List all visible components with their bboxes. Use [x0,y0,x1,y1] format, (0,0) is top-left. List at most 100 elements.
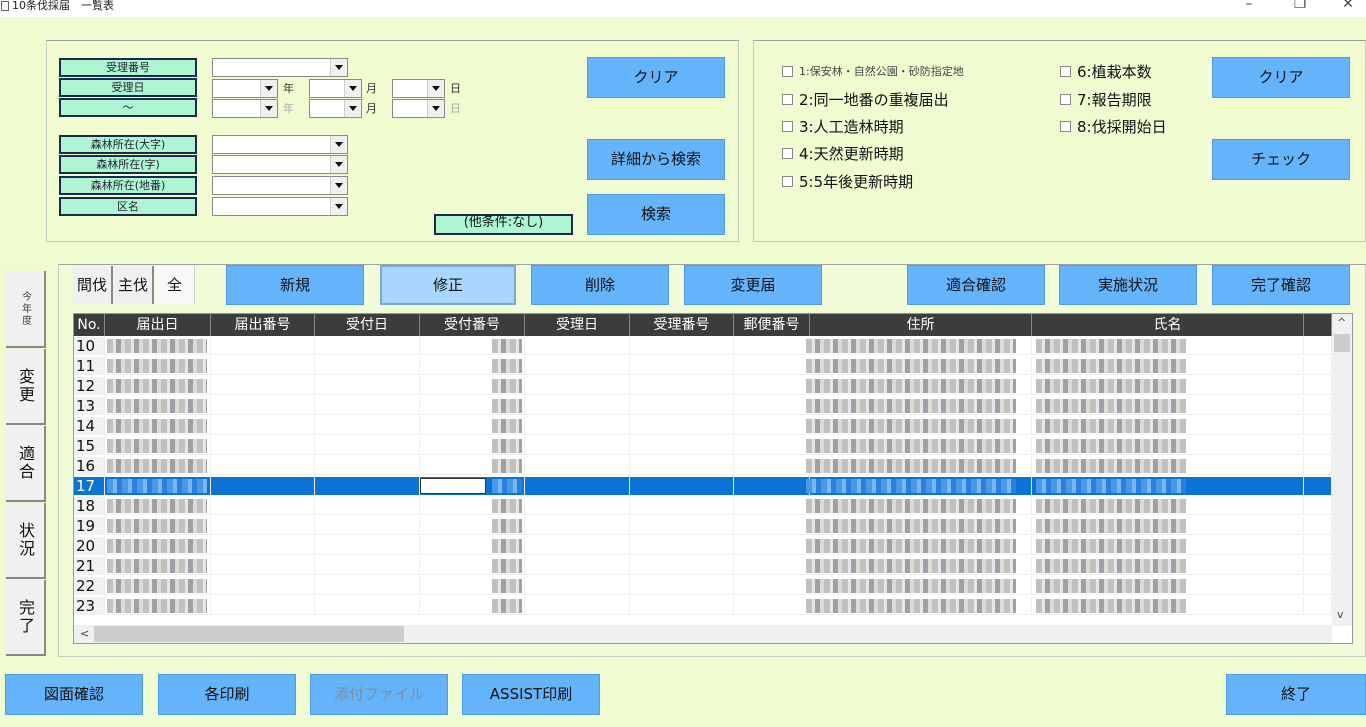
table-cell[interactable] [630,477,734,495]
table-cell[interactable] [806,597,1032,615]
table-cell[interactable] [630,537,734,555]
table-cell[interactable] [420,397,525,415]
column-header-receipt-date[interactable]: 受理日 [525,314,630,336]
table-cell[interactable] [1304,477,1332,495]
table-cell[interactable] [734,377,810,395]
filter-all-toggle[interactable]: 全 [155,266,195,304]
table-cell[interactable] [1032,517,1304,535]
table-cell[interactable] [211,577,315,595]
table-cell[interactable] [630,417,734,435]
table-cell[interactable] [211,357,315,375]
chevron-down-icon[interactable] [427,80,444,97]
column-header-postal-code[interactable]: 郵便番号 [734,314,810,336]
table-cell[interactable] [1304,577,1332,595]
table-cell[interactable] [211,377,315,395]
table-cell[interactable] [1032,417,1304,435]
check-button[interactable]: チェック [1212,139,1350,180]
table-cell[interactable] [1304,337,1332,355]
table-cell[interactable] [630,357,734,375]
check-item-8[interactable]: 8:伐採開始日 [1060,116,1167,137]
forest-aza-select[interactable] [212,155,348,174]
table-cell[interactable] [630,557,734,575]
table-row[interactable]: 15 [74,437,1332,455]
table-cell[interactable] [1304,537,1332,555]
table-cell[interactable] [315,377,420,395]
side-tab-complete[interactable]: 完了 [6,580,46,656]
column-header-accept-date[interactable]: 受付日 [315,314,420,336]
table-cell[interactable] [734,497,810,515]
change-notice-button[interactable]: 変更届 [684,265,822,305]
table-cell[interactable] [1032,477,1304,495]
chevron-down-icon[interactable] [427,100,444,117]
chevron-down-icon[interactable] [330,59,347,76]
table-cell[interactable] [806,457,1032,475]
table-cell[interactable] [315,437,420,455]
column-header-notify-date[interactable]: 届出日 [105,314,211,336]
table-cell[interactable] [211,337,315,355]
table-cell[interactable] [211,417,315,435]
table-row[interactable]: 19 [74,517,1332,535]
minimize-icon[interactable]: – [1234,0,1264,11]
table-cell[interactable] [630,457,734,475]
table-cell[interactable] [734,557,810,575]
table-cell[interactable] [211,397,315,415]
table-cell[interactable] [105,337,211,355]
date-from-year-select[interactable] [212,79,278,98]
table-cell[interactable] [420,457,525,475]
table-cell[interactable] [630,577,734,595]
table-cell[interactable] [630,397,734,415]
table-cell[interactable] [734,537,810,555]
table-cell[interactable] [420,357,525,375]
table-cell[interactable] [806,337,1032,355]
table-cell[interactable] [1304,417,1332,435]
table-row[interactable]: 17 [74,477,1332,495]
table-cell[interactable] [1032,377,1304,395]
check-item-4[interactable]: 4:天然更新時期 [782,143,904,164]
table-cell[interactable] [525,437,630,455]
column-header-address[interactable]: 住所 [810,314,1032,336]
checkbox[interactable] [1060,121,1071,132]
table-cell[interactable] [525,457,630,475]
table-cell[interactable] [1032,497,1304,515]
table-cell[interactable] [1032,457,1304,475]
table-cell[interactable] [734,597,810,615]
table-row[interactable]: 10 [74,337,1332,355]
print-button[interactable]: 各印刷 [158,674,296,715]
restore-icon[interactable]: ❐ [1285,0,1315,11]
table-cell[interactable] [420,337,525,355]
table-cell[interactable] [734,457,810,475]
table-cell[interactable] [1304,457,1332,475]
table-cell[interactable] [315,417,420,435]
table-cell[interactable] [525,537,630,555]
scroll-down-icon[interactable]: v [1337,608,1344,621]
scroll-left-icon[interactable]: < [80,627,89,640]
table-row[interactable]: 16 [74,457,1332,475]
date-to-year-select[interactable] [212,99,278,118]
check-item-5[interactable]: 5:5年後更新時期 [782,171,913,192]
table-cell[interactable] [734,517,810,535]
chevron-down-icon[interactable] [330,177,347,194]
chevron-down-icon[interactable] [344,100,361,117]
detail-search-button[interactable]: 詳細から検索 [587,139,725,180]
table-cell[interactable] [315,457,420,475]
table-cell[interactable] [1304,397,1332,415]
table-cell[interactable] [315,597,420,615]
table-cell[interactable] [525,517,630,535]
check-clear-button[interactable]: クリア [1212,57,1350,98]
table-cell[interactable] [315,357,420,375]
table-cell[interactable] [1032,557,1304,575]
vertical-scrollbar[interactable]: ^ v [1332,314,1352,626]
table-cell[interactable] [1304,357,1332,375]
data-grid[interactable]: No. 届出日 届出番号 受付日 受付番号 受理日 受理番号 郵便番号 住所 氏… [73,313,1353,644]
forest-oaza-select[interactable] [212,135,348,154]
table-cell[interactable] [105,537,211,555]
table-cell[interactable] [105,417,211,435]
vertical-scroll-thumb[interactable] [1334,334,1350,352]
table-cell[interactable] [525,417,630,435]
receipt-no-select[interactable] [212,58,348,77]
column-header-accept-no[interactable]: 受付番号 [420,314,525,336]
table-cell[interactable] [1304,377,1332,395]
delete-button[interactable]: 削除 [531,265,669,305]
table-cell[interactable] [105,437,211,455]
close-icon[interactable]: ✕ [1333,0,1363,11]
